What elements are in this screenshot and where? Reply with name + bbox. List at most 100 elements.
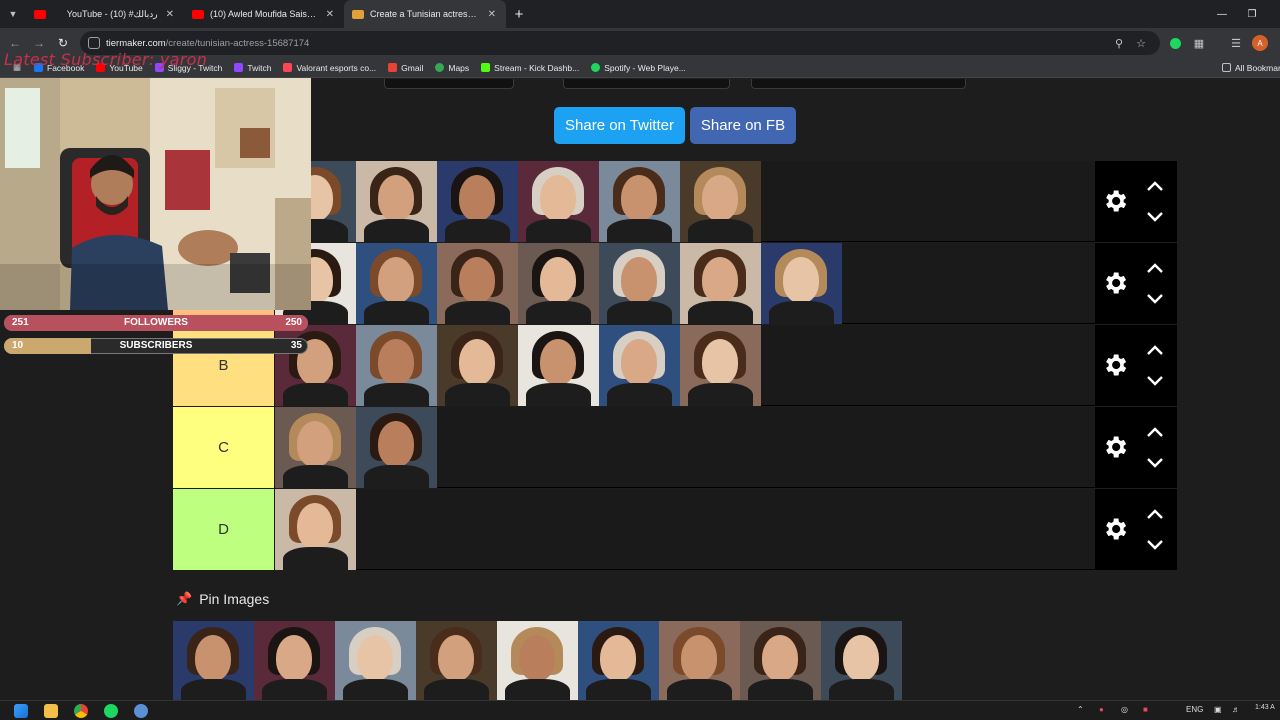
actress-image[interactable] (356, 161, 437, 242)
browser-tab-bar: ▼ YouTube - (10) #ردبالك ✕ (10) Awled Mo… (0, 0, 1280, 28)
portrait-face (459, 175, 495, 221)
app-icon[interactable] (134, 704, 148, 718)
bookmark-kick[interactable]: Stream - Kick Dashb... (481, 63, 579, 73)
chevron-down-icon[interactable] (1145, 456, 1165, 470)
tray-app-icon[interactable]: ◎ (1121, 705, 1128, 714)
control-box[interactable] (384, 79, 514, 89)
portrait-face (357, 635, 393, 681)
new-tab-button[interactable]: + (506, 6, 532, 23)
chevron-up-icon[interactable] (1145, 343, 1165, 357)
pool-image[interactable] (254, 621, 335, 700)
pool-image[interactable] (578, 621, 659, 700)
tab-tiermaker[interactable]: Create a Tunisian actress Tier Li ✕ (344, 0, 506, 28)
actress-image[interactable] (356, 325, 437, 406)
tray-mic-icon[interactable]: ● (1099, 705, 1104, 714)
tier-controls (1095, 407, 1177, 488)
tab-search-icon[interactable]: ▼ (0, 0, 26, 28)
actress-image[interactable] (437, 243, 518, 324)
actress-image[interactable] (599, 161, 680, 242)
actress-image[interactable] (680, 325, 761, 406)
share-on-fb-button[interactable]: Share on FB (690, 107, 796, 144)
bookmark-gmail[interactable]: Gmail (388, 63, 423, 73)
portrait-face (783, 257, 819, 303)
actress-image[interactable] (680, 243, 761, 324)
extension-green-icon[interactable] (1168, 36, 1182, 50)
portrait-body (829, 679, 894, 700)
close-tab-icon[interactable]: ✕ (488, 9, 496, 20)
bookmark-star-icon[interactable]: ☆ (1134, 36, 1148, 50)
bookmark-valorant[interactable]: Valorant esports co... (283, 63, 376, 73)
volume-icon[interactable]: ♬ (1232, 705, 1240, 714)
control-box[interactable] (751, 79, 966, 89)
restore-icon[interactable]: ❐ (1237, 0, 1267, 28)
chevron-up-icon[interactable] (1145, 425, 1165, 439)
actress-image[interactable] (275, 489, 356, 570)
chevron-up-icon[interactable] (1145, 261, 1165, 275)
portrait-face (378, 257, 414, 303)
tier-row (173, 243, 1177, 324)
close-tab-icon[interactable]: ✕ (326, 9, 334, 20)
pool-image[interactable] (416, 621, 497, 700)
url-host: tiermaker.com (106, 37, 166, 49)
bookmark-label: Spotify - Web Playe... (604, 62, 686, 73)
windows-start-icon[interactable] (14, 704, 28, 718)
profile-avatar[interactable]: A (1252, 35, 1268, 51)
chevron-down-icon[interactable] (1145, 210, 1165, 224)
actress-image[interactable] (518, 161, 599, 242)
pool-image[interactable] (740, 621, 821, 700)
chevron-up-icon[interactable] (1145, 507, 1165, 521)
gear-icon[interactable] (1101, 433, 1129, 461)
bookmark-twitch[interactable]: Twitch (234, 63, 271, 73)
tray-record-icon[interactable]: ■ (1143, 705, 1148, 714)
all-bookmarks[interactable]: All Bookmarks (1222, 63, 1280, 73)
pool-image[interactable] (335, 621, 416, 700)
extensions-puzzle-icon[interactable]: ▦ (1192, 36, 1206, 50)
chevron-up-icon[interactable] (1145, 179, 1165, 193)
zoom-icon[interactable]: ⚲ (1112, 36, 1126, 50)
media-icon[interactable]: ☰ (1229, 36, 1243, 50)
close-tab-icon[interactable]: ✕ (166, 9, 174, 20)
gear-icon[interactable] (1101, 269, 1129, 297)
tray-chevron-icon[interactable]: ⌃ (1077, 705, 1084, 714)
actress-image[interactable] (437, 161, 518, 242)
portrait-body (526, 301, 591, 324)
gear-icon[interactable] (1101, 187, 1129, 215)
share-on-twitter-button[interactable]: Share on Twitter (554, 107, 685, 144)
actress-image[interactable] (437, 325, 518, 406)
control-box[interactable] (563, 79, 730, 89)
actress-image[interactable] (761, 243, 842, 324)
actress-image[interactable] (599, 243, 680, 324)
chevron-down-icon[interactable] (1145, 538, 1165, 552)
chevron-down-icon[interactable] (1145, 292, 1165, 306)
actress-image[interactable] (518, 243, 599, 324)
chevron-down-icon[interactable] (1145, 374, 1165, 388)
clock[interactable]: 1:43 A (1255, 704, 1275, 711)
spotify-icon[interactable] (104, 704, 118, 718)
actress-image[interactable] (680, 161, 761, 242)
pool-image[interactable] (659, 621, 740, 700)
bookmark-spotify[interactable]: Spotify - Web Playe... (591, 63, 686, 73)
pool-image[interactable] (821, 621, 902, 700)
file-explorer-icon[interactable] (44, 704, 58, 718)
actress-image[interactable] (356, 407, 437, 488)
tier-label[interactable]: D (173, 489, 274, 570)
actress-image[interactable] (275, 407, 356, 488)
site-info-icon[interactable] (88, 37, 100, 49)
actress-image[interactable] (518, 325, 599, 406)
address-bar[interactable]: tiermaker.com/create/tunisian-actress-15… (80, 31, 1160, 55)
chrome-icon[interactable] (74, 704, 88, 718)
bookmark-maps[interactable]: Maps (435, 63, 469, 73)
network-icon[interactable]: ▣ (1214, 705, 1222, 714)
tab-awled-moufida[interactable]: (10) Awled Moufida Saison 01 | ✕ (184, 0, 344, 28)
pool-image[interactable] (497, 621, 578, 700)
gear-icon[interactable] (1101, 515, 1129, 543)
tier-label[interactable]: C (173, 407, 274, 488)
actress-image[interactable] (356, 243, 437, 324)
portrait-body (526, 219, 591, 242)
language-indicator[interactable]: ENG (1186, 705, 1203, 714)
actress-image[interactable] (599, 325, 680, 406)
tab-youtube[interactable]: YouTube - (10) #ردبالك ✕ (26, 0, 184, 28)
pool-image[interactable] (173, 621, 254, 700)
minimize-icon[interactable]: — (1207, 0, 1237, 28)
gear-icon[interactable] (1101, 351, 1129, 379)
